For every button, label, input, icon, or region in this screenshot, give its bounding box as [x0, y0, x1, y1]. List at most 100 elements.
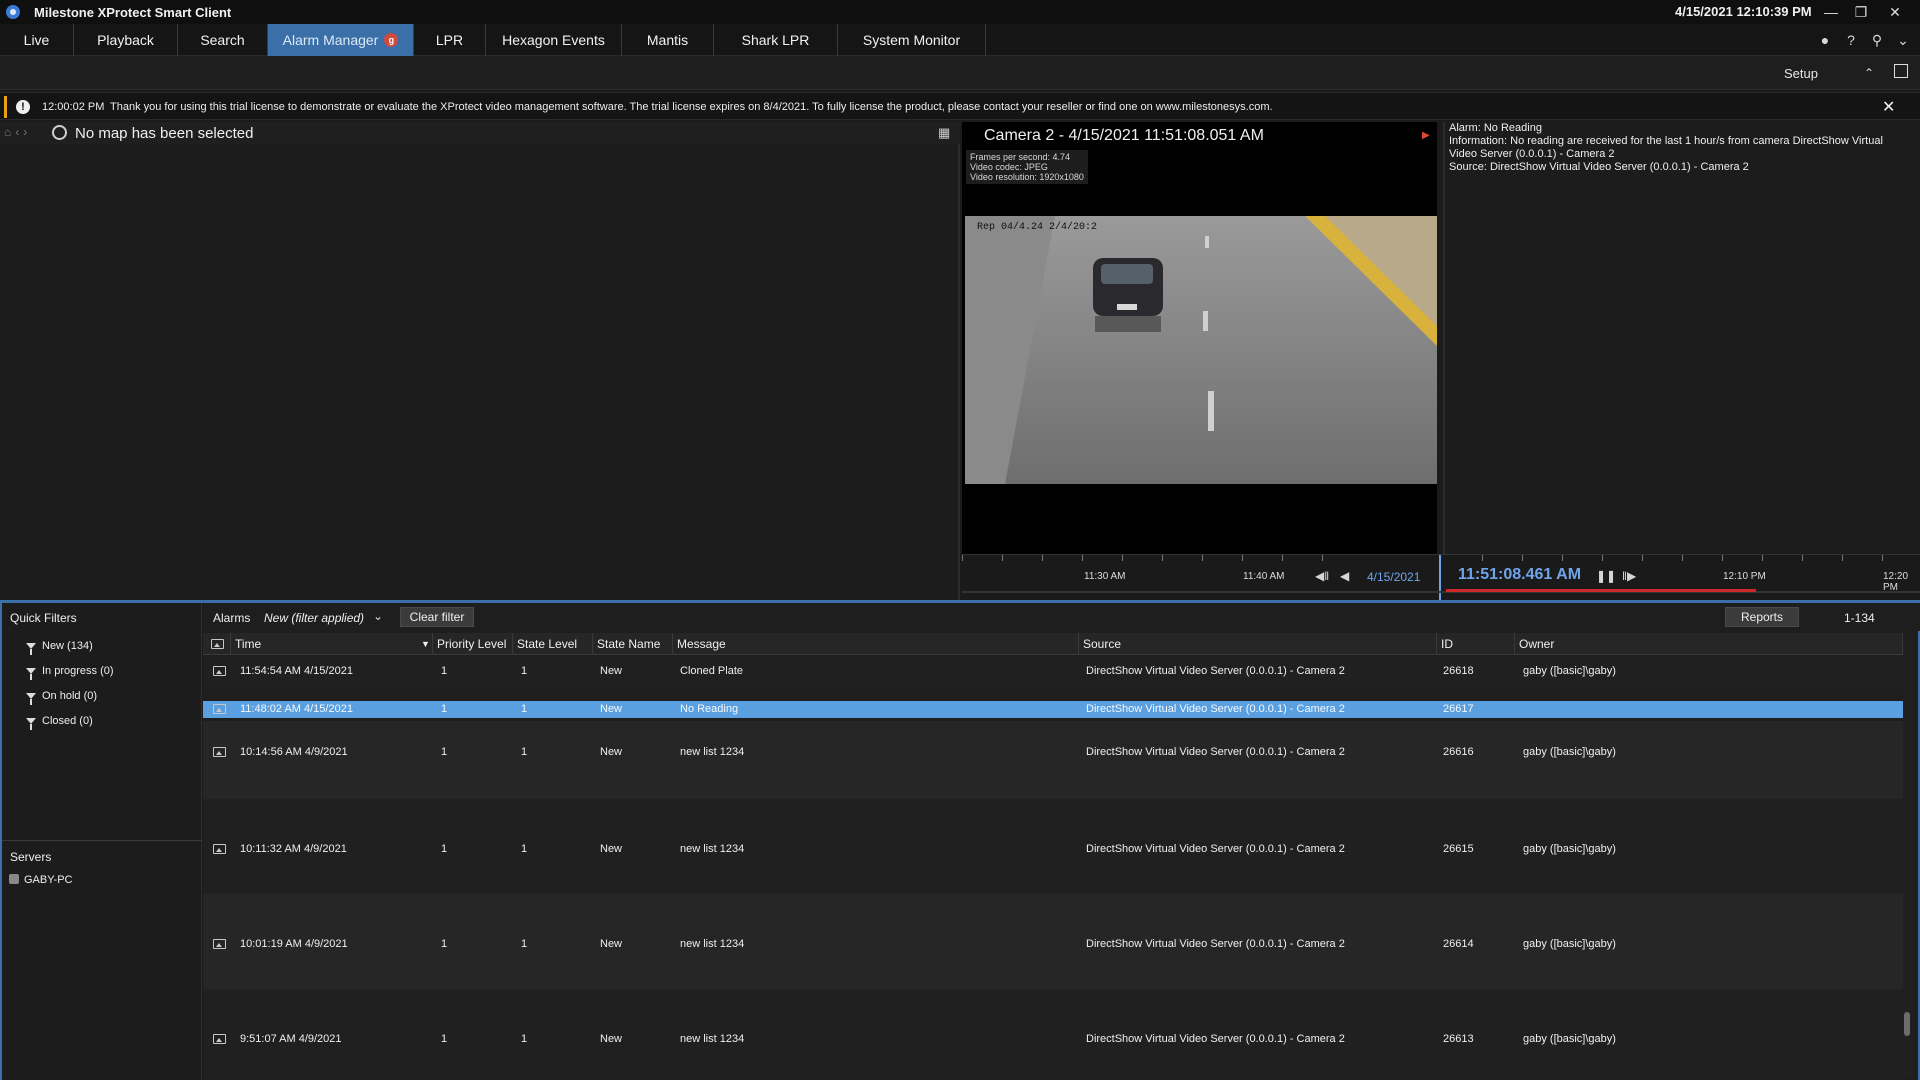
image-icon [213, 666, 226, 676]
timeline-track [962, 591, 1920, 593]
cell-time: 10:14:56 AM 4/9/2021 [240, 746, 348, 758]
timeline-cursor[interactable] [1439, 555, 1441, 601]
cell-time: 11:54:54 AM 4/15/2021 [240, 665, 353, 677]
quick-filters-title: Quick Filters [10, 611, 77, 625]
table-row[interactable]: 10:11:32 AM 4/9/2021 1 1 New new list 12… [203, 799, 1903, 894]
cell-owner: gaby ([basic]\gaby) [1523, 1033, 1616, 1045]
cell-source: DirectShow Virtual Video Server (0.0.0.1… [1086, 938, 1345, 950]
collapse-icon[interactable]: ⌃ [1864, 66, 1874, 80]
cell-state-level: 1 [521, 938, 528, 950]
column-id[interactable]: ID [1437, 633, 1515, 655]
pause-icon[interactable]: ❚❚ [1596, 569, 1616, 583]
help-icon[interactable]: ? [1842, 31, 1860, 49]
tab-shark-lpr[interactable]: Shark LPR [714, 24, 838, 56]
play-reverse-icon[interactable]: ◀ [1340, 569, 1349, 583]
cell-source: DirectShow Virtual Video Server (0.0.0.1… [1086, 703, 1345, 715]
cell-id: 26617 [1443, 703, 1474, 715]
sort-down-icon: ▼ [421, 639, 430, 649]
alarm-filter-dropdown[interactable]: New (filter applied) [264, 611, 364, 625]
column-message[interactable]: Message [673, 633, 1079, 655]
filter-on-hold[interactable]: On hold (0) [26, 690, 98, 705]
tab-label: System Monitor [862, 32, 961, 48]
previous-frame-icon[interactable]: ◀‖ [1315, 569, 1329, 583]
alarms-label: Alarms [213, 611, 251, 625]
column-label: Message [677, 637, 726, 651]
tab-playback[interactable]: Playback [74, 24, 178, 56]
cell-owner: gaby ([basic]\gaby) [1523, 938, 1616, 950]
tab-search[interactable]: Search [178, 24, 268, 56]
alarm-badge-icon: g [384, 33, 399, 47]
alarm-list-scrollbar[interactable] [1903, 640, 1911, 1078]
fps-text: Frames per second: 4.74 [970, 152, 1071, 162]
tab-live[interactable]: Live [0, 24, 74, 56]
column-time[interactable]: Time ▼ [231, 633, 433, 655]
chevron-down-icon[interactable]: ⌄ [1894, 31, 1912, 49]
close-icon[interactable]: ✕ [1880, 0, 1910, 24]
restore-icon[interactable]: ❐ [1846, 0, 1876, 24]
warning-icon: ! [16, 100, 30, 114]
cell-state-level: 1 [521, 843, 528, 855]
map-toolbar: ⌂‹› No map has been selected ▦ [0, 122, 960, 144]
cell-state-name: New [600, 843, 623, 855]
column-priority[interactable]: Priority Level [433, 633, 513, 655]
column-label: ID [1441, 637, 1453, 651]
column-source[interactable]: Source [1079, 633, 1437, 655]
table-row[interactable]: 10:01:19 AM 4/9/2021 1 1 New new list 12… [203, 894, 1903, 989]
filter-label: On hold (0) [42, 690, 98, 702]
video-info: Frames per second: 4.74 Video codec: JPE… [966, 150, 1088, 184]
column-owner[interactable]: Owner [1515, 633, 1903, 655]
filter-new[interactable]: New (134) [26, 640, 93, 655]
column-label: Owner [1519, 637, 1555, 651]
fullscreen-icon[interactable] [1894, 64, 1908, 78]
video-frame: Rep 04/4.24 2/4/20:2 [965, 216, 1437, 484]
filter-in-progress[interactable]: In progress (0) [26, 665, 114, 680]
chevron-down-icon[interactable]: ⌄ [373, 609, 383, 623]
recording-range [1446, 589, 1756, 592]
map-pane: ⌂‹› No map has been selected ▦ [0, 122, 960, 600]
alarm-table-header: Time ▼ Priority Level State Level State N… [203, 633, 1903, 655]
cell-priority: 1 [441, 665, 448, 677]
alarm-list-toolbar: Alarms New (filter applied) ⌄ Clear filt… [203, 603, 1920, 631]
key-icon[interactable]: ⚲ [1868, 31, 1886, 49]
funnel-icon [26, 718, 36, 730]
column-state-name[interactable]: State Name [593, 633, 673, 655]
cell-owner: gaby ([basic]\gaby) [1523, 843, 1616, 855]
cell-id: 26618 [1443, 665, 1474, 677]
table-row-selected[interactable]: 11:48:02 AM 4/15/2021 1 1 New No Reading… [203, 701, 1903, 718]
column-state-level[interactable]: State Level [513, 633, 593, 655]
image-icon [213, 1034, 226, 1044]
funnel-icon [26, 693, 36, 705]
tab-system-monitor[interactable]: System Monitor [838, 24, 986, 56]
tab-lpr[interactable]: LPR [414, 24, 486, 56]
map-nav-icons[interactable]: ⌂‹› [4, 125, 31, 139]
cell-state-level: 1 [521, 665, 528, 677]
server-item[interactable]: GABY-PC [24, 874, 73, 886]
scrollbar-thumb[interactable] [1904, 1012, 1910, 1036]
cell-state-level: 1 [521, 1033, 528, 1045]
close-notification-icon[interactable]: ✕ [1882, 97, 1895, 117]
pin-icon[interactable]: ● [1816, 31, 1834, 49]
timeline-label: 12:10 PM [1723, 571, 1766, 582]
tab-alarm-manager[interactable]: Alarm Manager g [268, 24, 414, 56]
table-row[interactable]: 11:54:54 AM 4/15/2021 1 1 New Cloned Pla… [203, 656, 1903, 687]
tab-hexagon-events[interactable]: Hexagon Events [486, 24, 622, 56]
clear-filter-button[interactable]: Clear filter [400, 607, 474, 627]
tab-mantis[interactable]: Mantis [622, 24, 714, 56]
table-row[interactable]: 10:14:56 AM 4/9/2021 1 1 New new list 12… [203, 721, 1903, 799]
column-thumbnail[interactable] [203, 633, 231, 655]
cell-time: 9:51:07 AM 4/9/2021 [240, 1033, 342, 1045]
map-menu-icon[interactable]: ▦ [938, 125, 950, 141]
cell-state-name: New [600, 703, 623, 715]
alarm-detail-title: Alarm: No Reading [1449, 122, 1542, 134]
table-row[interactable]: 9:51:07 AM 4/9/2021 1 1 New new list 123… [203, 989, 1903, 1080]
cell-state-level: 1 [521, 746, 528, 758]
setup-button[interactable]: Setup [1784, 66, 1818, 81]
next-frame-icon[interactable]: ‖▶ [1622, 569, 1636, 583]
filter-closed[interactable]: Closed (0) [26, 715, 93, 730]
funnel-icon [26, 643, 36, 655]
timeline-current-time: 11:51:08.461 AM [1458, 566, 1582, 583]
minimize-icon[interactable]: — [1816, 0, 1846, 24]
camera-view[interactable]: Camera 2 - 4/15/2021 11:51:08.051 AM ▶ F… [962, 122, 1437, 554]
reports-button[interactable]: Reports [1725, 607, 1799, 627]
playback-timeline[interactable]: 11:30 AM 11:40 AM ◀‖ ◀ 4/15/2021 11:51:0… [962, 554, 1920, 601]
